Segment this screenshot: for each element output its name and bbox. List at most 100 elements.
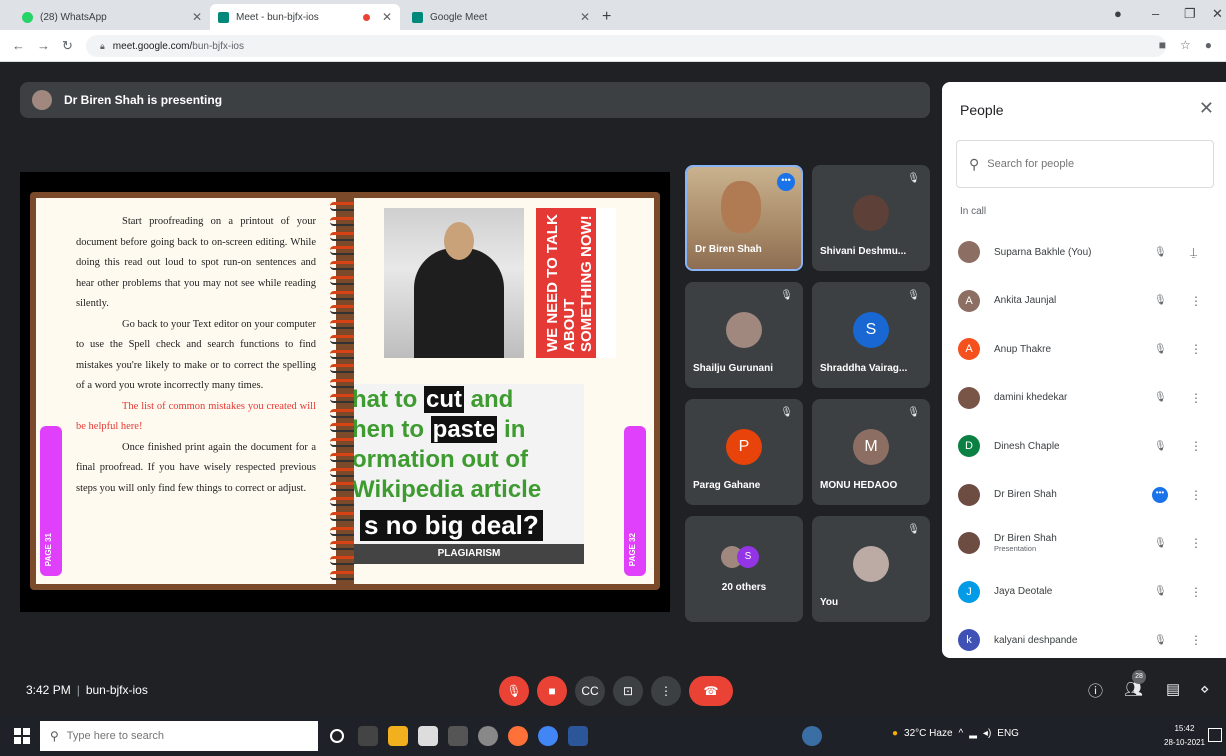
others-tile[interactable]: S 20 others [685,516,803,622]
close-window-icon[interactable]: ✕ [1212,6,1223,22]
others-avatars: S [721,546,759,568]
more-options-icon[interactable]: ⋮ [1190,633,1202,647]
more-options-icon[interactable]: ⋮ [1190,488,1202,502]
more-options-button[interactable]: ⋮ [651,676,681,706]
taskbar-clock[interactable]: 15:42 28-10-2021 [1164,722,1205,750]
participant-tile[interactable]: 🎙︎ M MONU HEDAOO [812,399,930,505]
notification-icon[interactable] [1208,728,1222,742]
people-search[interactable]: ⚲ [956,140,1214,188]
people-panel: People ✕ ⚲ In call Suparna Bakhle (You) 🎙… [942,82,1226,658]
app-icon[interactable] [478,726,498,746]
system-tray: ● 32°C Haze ^ ▂ ◂) ENG [892,728,1019,739]
participant-row[interactable]: A Anup Thakre 🎙︎ ⋮ [942,325,1226,374]
file-explorer-icon[interactable] [388,726,408,746]
mic-off-icon: 🎙︎ [907,173,920,184]
participant-tile[interactable]: 🎙︎ Shailju Gurunani [685,282,803,388]
tray-chevron-icon[interactable]: ^ [959,728,964,739]
participant-row[interactable]: damini khedekar 🎙︎ ⋮ [942,374,1226,423]
more-options-icon[interactable]: ⋮ [1190,294,1202,308]
tab-google-meet[interactable]: Google Meet ✕ [404,4,598,30]
lock-icon: 🔒︎ [100,40,105,51]
more-options-icon[interactable]: ⋮ [1190,585,1202,599]
participant-tile[interactable]: 🎙︎ Shivani Deshmu... [812,165,930,271]
word-icon[interactable] [568,726,588,746]
leave-call-button[interactable]: ☎︎ [689,676,733,706]
maximize-icon[interactable]: ❐ [1184,6,1196,22]
participant-tile[interactable]: 🎙︎ P Parag Gahane [685,399,803,505]
avatar: S [737,546,759,568]
close-tab-icon[interactable]: ✕ [580,10,590,24]
slide-paragraph: The list of common mistakes you created … [76,400,316,433]
section-label: In call [960,206,987,217]
participant-row[interactable]: Dr Biren Shah ••• ⋮ [942,471,1226,520]
mic-off-icon: 🎙︎ [1154,440,1167,452]
mail-icon[interactable] [418,726,438,746]
present-button[interactable]: ⊡ [613,676,643,706]
taskbar-search[interactable]: ⚲ [40,721,318,751]
info-icon[interactable]: ⓘ [1088,680,1103,701]
network-icon[interactable]: ▂ [969,728,977,739]
mic-toggle-button[interactable]: 🎙︎ [499,676,529,706]
task-view-icon[interactable] [358,726,378,746]
weather-text[interactable]: 32°C Haze [904,728,952,739]
tab-whatsapp[interactable]: (28) WhatsApp ✕ [14,4,210,30]
more-options-icon[interactable]: ⋮ [1190,391,1202,405]
firefox-icon[interactable] [508,726,528,746]
avatar: J [958,580,980,603]
back-icon[interactable]: ← [12,38,25,53]
close-tab-icon[interactable]: ✕ [382,10,392,24]
participant-name: Dr Biren Shah [994,489,1134,500]
address-bar[interactable]: 🔒︎ meet.google.com/ bun-bjfx-ios [86,35,1166,57]
camera-indicator-icon[interactable]: ■ [1159,38,1166,52]
search-input[interactable] [987,158,1188,170]
mic-off-icon: 🎙︎ [780,290,793,301]
tab-meet[interactable]: Meet - bun-bjfx-ios ✕ [210,4,400,30]
participant-tile[interactable]: ••• Dr Biren Shah [685,165,803,271]
meeting-info: 3:42 PM | bun-bjfx-ios [26,683,148,697]
pin-icon[interactable]: ⍊ [1190,245,1197,260]
browser-toolbar-icons: ■ ☆ ● [1159,38,1212,52]
reload-icon[interactable]: ↻ [62,38,73,54]
people-count-badge: 28 [1132,670,1146,684]
self-tile[interactable]: 🎙︎ You [812,516,930,622]
chrome-icon[interactable] [538,726,558,746]
extension-icon[interactable]: ● [1205,38,1212,52]
windows-start-icon[interactable] [14,728,30,744]
cortana-icon[interactable] [330,729,344,743]
participant-name: damini khedekar [994,392,1134,403]
taskbar-search-input[interactable] [66,730,287,742]
search-icon: ⚲ [50,729,59,743]
profile-icon[interactable]: ● [1114,6,1122,21]
app-icon[interactable] [802,726,822,746]
activities-icon[interactable]: ⋄ [1200,680,1209,698]
close-icon[interactable]: ✕ [1199,98,1214,119]
participant-row[interactable]: J Jaya Deotale 🎙︎ ⋮ [942,568,1226,617]
language-indicator[interactable]: ENG [997,728,1019,739]
windows-taskbar: ⚲ ● 32°C Haze ^ ▂ ◂) ENG 15:42 28-10-202… [0,716,1226,756]
more-options-icon[interactable]: ⋮ [1190,536,1202,550]
chat-icon[interactable]: ▤ [1166,680,1180,698]
bookmark-star-icon[interactable]: ☆ [1180,38,1191,52]
presenter-avatar [32,90,52,110]
app-icon[interactable] [448,726,468,746]
more-options-icon[interactable]: ⋮ [1190,342,1202,356]
participant-row[interactable]: D Dinesh Chaple 🎙︎ ⋮ [942,422,1226,471]
captions-button[interactable]: CC [575,676,605,706]
participant-list: Suparna Bakhle (You) 🎙︎ ⍊ A Ankita Jaunjal 🎙︎… [942,228,1226,658]
participant-row[interactable]: Suparna Bakhle (You) 🎙︎ ⍊ [942,228,1226,277]
participant-name-text: Ankita Jaunjal [994,295,1057,307]
avatar [853,195,889,231]
volume-icon[interactable]: ◂) [983,728,991,739]
minimize-icon[interactable]: – [1152,6,1159,21]
close-tab-icon[interactable]: ✕ [192,10,202,24]
camera-toggle-button[interactable]: ■ [537,676,567,706]
participant-row[interactable]: A Ankita Jaunjal 🎙︎ ⋮ [942,277,1226,326]
avatar [853,546,889,582]
new-tab-button[interactable]: + [602,8,611,26]
mic-off-icon: 🎙︎ [1154,634,1167,646]
forward-icon[interactable]: → [37,38,50,53]
participant-row[interactable]: k kalyani deshpande 🎙︎ ⋮ [942,616,1226,658]
more-options-icon[interactable]: ⋮ [1190,439,1202,453]
participant-tile[interactable]: 🎙︎ S Shraddha Vairag... [812,282,930,388]
participant-row[interactable]: Dr Biren Shah Presentation 🎙︎ ⋮ [942,519,1226,568]
